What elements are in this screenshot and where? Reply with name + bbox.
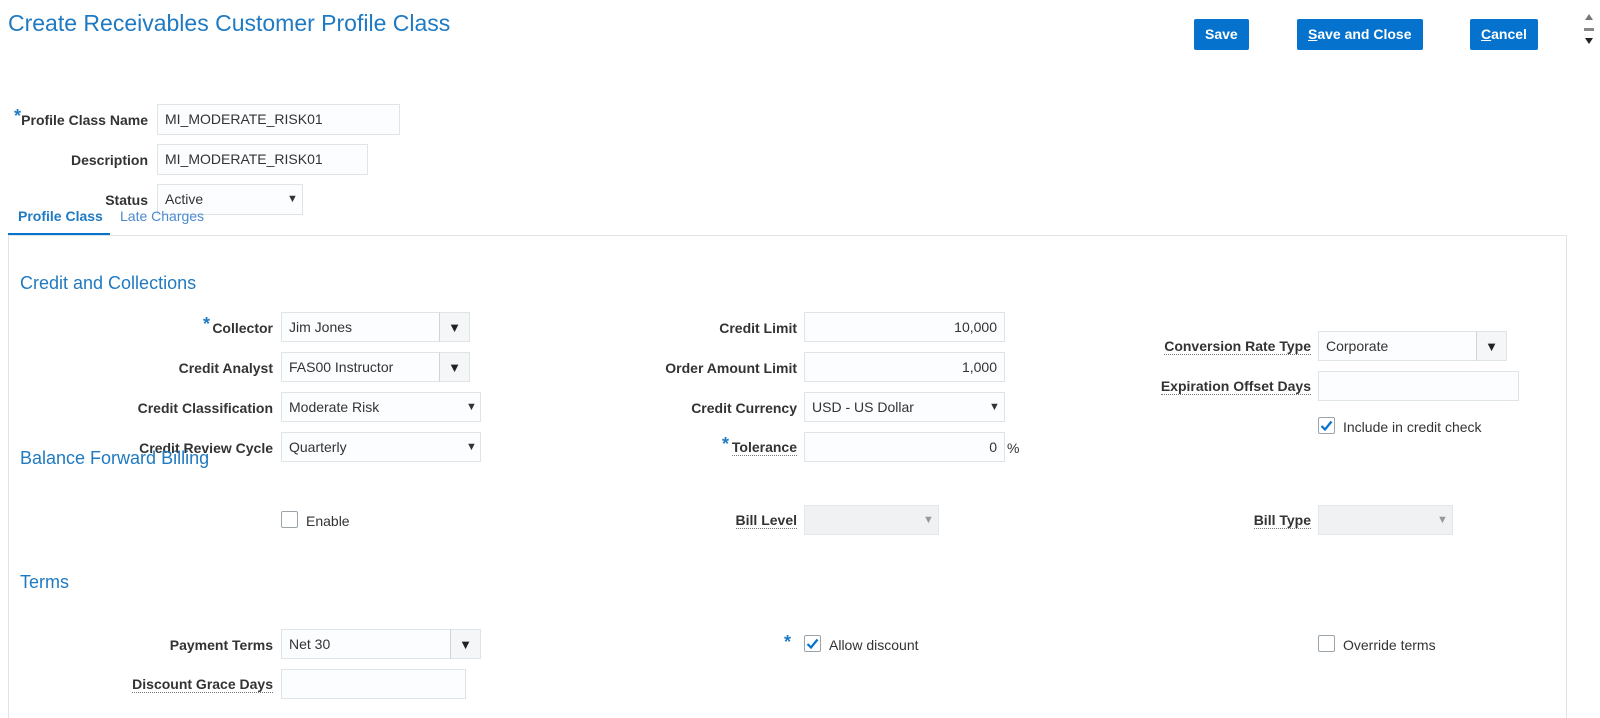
caret-down-icon: ▼ — [1485, 338, 1498, 354]
bill-type-label: Bill Type — [1253, 512, 1311, 529]
profile-class-name-label: Profile Class Name — [21, 112, 148, 128]
bill-type-select[interactable] — [1318, 505, 1453, 535]
tab-profile-class[interactable]: Profile Class — [18, 208, 103, 224]
required-indicator: * — [14, 106, 22, 126]
credit-analyst-input[interactable]: FAS00 Instructor — [281, 352, 440, 382]
credit-analyst-dropdown-button[interactable]: ▼ — [439, 352, 470, 382]
save-and-close-button[interactable]: Save and Close — [1297, 19, 1423, 50]
description-label: Description — [70, 152, 148, 168]
payment-terms-input[interactable]: Net 30 — [281, 629, 451, 659]
section-title-balance-forward: Balance Forward Billing — [20, 448, 210, 468]
scrollbar-arrows-icon — [1584, 14, 1594, 44]
tolerance-unit: % — [1007, 440, 1020, 456]
save-and-close-accesskey: S — [1308, 26, 1318, 42]
credit-limit-input[interactable]: 10,000 — [804, 312, 1005, 342]
order-amount-limit-label: Order Amount Limit — [665, 360, 797, 376]
description-input[interactable]: MI_MODERATE_RISK01 — [157, 144, 368, 175]
credit-limit-label: Credit Limit — [719, 320, 797, 336]
caret-down-icon: ▼ — [466, 441, 477, 453]
required-indicator: * — [722, 434, 730, 454]
caret-down-icon: ▼ — [923, 514, 934, 526]
expiration-offset-days-input[interactable] — [1318, 371, 1519, 401]
page-title: Create Receivables Customer Profile Clas… — [8, 10, 451, 36]
required-indicator: * — [784, 632, 792, 652]
conversion-rate-type-label: Conversion Rate Type — [1164, 338, 1311, 355]
save-and-close-label: ave and Close — [1317, 26, 1412, 42]
caret-down-icon: ▼ — [466, 401, 477, 413]
tab-late-charges[interactable]: Late Charges — [120, 208, 204, 224]
enable-label: Enable — [306, 513, 350, 529]
checkmark-icon — [1320, 420, 1333, 432]
credit-currency-select[interactable]: USD - US Dollar — [804, 392, 1005, 422]
expiration-offset-days-label: Expiration Offset Days — [1160, 378, 1311, 395]
checkmark-icon — [806, 638, 819, 650]
include-credit-check-label: Include in credit check — [1343, 419, 1482, 435]
save-button[interactable]: Save — [1194, 19, 1249, 50]
override-terms-checkbox[interactable] — [1318, 635, 1335, 652]
collector-dropdown-button[interactable]: ▼ — [439, 312, 470, 342]
credit-classification-select[interactable]: Moderate Risk — [281, 392, 481, 422]
status-value: Active — [165, 191, 204, 207]
credit-currency-label: Credit Currency — [691, 400, 797, 416]
conversion-rate-type-input[interactable]: Corporate — [1318, 331, 1477, 361]
bill-level-select[interactable] — [804, 505, 939, 535]
caret-down-icon: ▼ — [287, 193, 298, 205]
conversion-rate-type-dropdown-button[interactable]: ▼ — [1476, 331, 1507, 361]
cancel-label: ancel — [1491, 26, 1527, 42]
caret-down-icon: ▼ — [1437, 514, 1448, 526]
override-terms-label: Override terms — [1343, 637, 1436, 653]
enable-checkbox[interactable] — [281, 511, 298, 528]
caret-down-icon: ▼ — [989, 401, 1000, 413]
collector-input[interactable]: Jim Jones — [281, 312, 440, 342]
section-title-credit: Credit and Collections — [20, 273, 197, 293]
credit-analyst-label: Credit Analyst — [178, 360, 273, 376]
profile-class-name-input[interactable]: MI_MODERATE_RISK01 — [157, 104, 400, 135]
payment-terms-label: Payment Terms — [169, 637, 273, 653]
tolerance-input[interactable]: 0 — [804, 432, 1005, 462]
collector-label: Collector — [212, 320, 273, 336]
page-scrollbar[interactable] — [1582, 10, 1596, 52]
bill-level-label: Bill Level — [735, 512, 797, 529]
caret-down-icon: ▼ — [448, 319, 461, 335]
credit-classification-label: Credit Classification — [137, 400, 273, 416]
include-credit-check-checkbox[interactable] — [1318, 417, 1335, 434]
caret-down-icon: ▼ — [448, 359, 461, 375]
section-title-terms: Terms — [20, 572, 69, 592]
cancel-button[interactable]: Cancel — [1470, 19, 1538, 50]
order-amount-limit-input[interactable]: 1,000 — [804, 352, 1005, 382]
required-indicator: * — [203, 314, 211, 334]
tolerance-label: Tolerance — [731, 439, 797, 456]
cancel-accesskey: C — [1481, 26, 1492, 42]
credit-review-cycle-select[interactable]: Quarterly — [281, 432, 481, 462]
allow-discount-label: Allow discount — [829, 637, 919, 653]
discount-grace-days-label: Discount Grace Days — [132, 676, 273, 693]
caret-down-icon: ▼ — [459, 636, 472, 652]
payment-terms-dropdown-button[interactable]: ▼ — [450, 629, 481, 659]
status-label: Status — [105, 192, 148, 208]
discount-grace-days-input[interactable] — [281, 669, 466, 699]
allow-discount-checkbox[interactable] — [804, 635, 821, 652]
